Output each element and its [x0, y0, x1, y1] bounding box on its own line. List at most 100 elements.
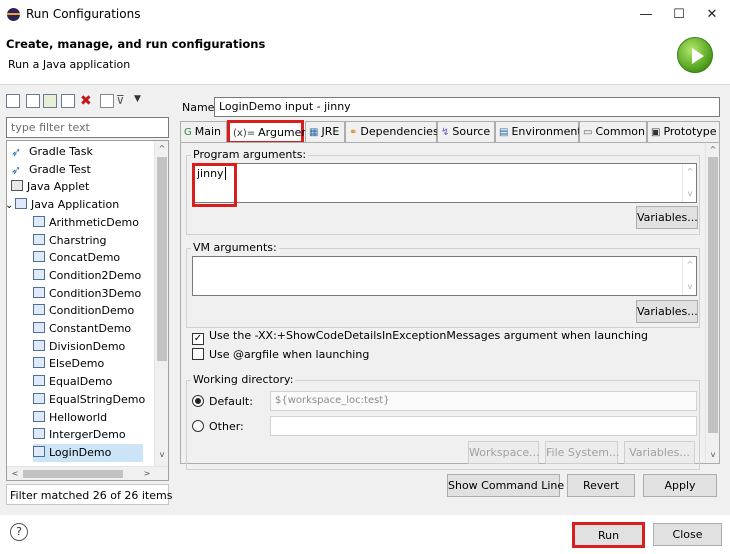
filter-input[interactable]: type filter text — [6, 117, 169, 138]
scroll-down-icon[interactable]: v — [707, 449, 719, 461]
tree-item-label: Condition2Demo — [49, 268, 142, 282]
tree-item[interactable]: ConstantDemo — [33, 320, 143, 338]
title-bar: Run Configurations — ☐ ✕ — [0, 0, 730, 30]
tree-item-label: EqualDemo — [49, 375, 113, 389]
view-menu-chevron-down-icon[interactable]: ▼ — [134, 94, 141, 104]
radio-unselected-icon[interactable] — [192, 420, 204, 432]
tree-item[interactable]: Java Applet — [11, 178, 151, 196]
checkbox-checked-icon[interactable]: ✓ — [192, 333, 204, 345]
scroll-down-icon[interactable]: v — [156, 449, 168, 461]
tree-item[interactable]: Condition2Demo — [33, 267, 143, 285]
program-args-scrollbar[interactable]: ^ v — [682, 164, 696, 202]
tree-item[interactable]: EqualStringDemo — [33, 391, 145, 409]
tab-environment[interactable]: ▤ Environment — [495, 121, 582, 143]
directory-variables-button: Variables... — [624, 441, 695, 464]
argfile-checkbox[interactable]: Use @argfile when launching — [192, 348, 369, 361]
tree-scroll-thumb[interactable] — [157, 157, 167, 361]
export-config-icon[interactable] — [43, 94, 57, 108]
tree-item-label: ConcatDemo — [49, 251, 121, 265]
vm-args-variables-button[interactable]: Variables... — [636, 300, 698, 323]
prototype-tab-icon: ▣ — [651, 127, 661, 138]
scroll-left-icon[interactable]: < — [9, 468, 21, 480]
tree-item[interactable]: ➶ Gradle Test — [11, 161, 151, 179]
tree-vertical-scrollbar[interactable]: ^ v — [154, 141, 168, 480]
apply-button[interactable]: Apply — [643, 474, 717, 497]
tree-item[interactable]: IntergerDemo — [33, 426, 143, 444]
program-args-variables-button[interactable]: Variables... — [636, 206, 698, 229]
vm-arguments-label: VM arguments: — [191, 241, 279, 254]
tree-item[interactable]: EqualDemo — [33, 373, 143, 391]
vm-args-scrollbar[interactable]: ^ v — [682, 257, 696, 295]
tab-source[interactable]: ↯ Source — [437, 121, 495, 143]
source-tab-icon: ↯ — [441, 127, 450, 138]
tree-item[interactable]: ArithmeticDemo — [33, 214, 143, 232]
tree-item[interactable]: Charstring — [33, 232, 143, 250]
tree-item[interactable]: DivisionDemo — [33, 338, 143, 356]
scroll-down-icon[interactable]: v — [684, 281, 696, 293]
chevron-down-icon[interactable]: ⌄ — [7, 197, 15, 215]
program-args-highlight — [192, 163, 237, 207]
tree-item-label: ArithmeticDemo — [49, 215, 139, 229]
working-directory-label: Working directory: — [191, 373, 296, 386]
duplicate-config-icon[interactable] — [61, 94, 75, 108]
tree-item-label: ConstantDemo — [49, 322, 132, 335]
tree-item-label: Gradle Task — [29, 145, 93, 158]
tree-item-label: ElseDemo — [49, 357, 105, 371]
tab-prototype[interactable]: ▣ Prototype — [647, 121, 720, 143]
vm-arguments-input[interactable]: ^ v — [192, 256, 697, 296]
tree-item[interactable]: ConcatDemo — [33, 249, 143, 267]
other-radio[interactable]: Other: — [192, 420, 244, 433]
tree-item[interactable]: ➶ Gradle Task — [11, 143, 151, 161]
new-prototype-icon[interactable] — [26, 94, 40, 108]
program-arguments-input[interactable]: jinny ^ v — [192, 163, 697, 203]
collapse-all-icon[interactable] — [100, 94, 114, 108]
scroll-up-icon[interactable]: ^ — [684, 259, 696, 271]
show-command-line-button[interactable]: Show Command Line — [447, 474, 564, 497]
name-input[interactable]: LoginDemo input - jinny — [214, 97, 720, 117]
show-code-details-checkbox[interactable]: ✓ Use the -XX:+ShowCodeDetailsInException… — [192, 329, 648, 345]
scroll-right-icon[interactable]: > — [141, 468, 153, 480]
scroll-up-icon[interactable]: ^ — [684, 166, 696, 178]
arguments-tab-icon: (x)= — [233, 128, 256, 139]
radio-selected-icon[interactable] — [192, 395, 204, 407]
checkbox-unchecked-icon[interactable] — [192, 348, 204, 360]
close-window-button[interactable]: ✕ — [698, 4, 726, 26]
tree-item[interactable]: Condition3Demo — [33, 285, 143, 303]
config-tree: ➶ Gradle Task ➶ Gradle Test Java Applet ⌄ Java… — [6, 140, 169, 481]
tab-common[interactable]: ▭ Common — [579, 121, 647, 143]
default-radio[interactable]: Default: — [192, 395, 253, 408]
tree-item[interactable]: Helloworld — [33, 409, 143, 427]
filter-icon[interactable]: ⊽ — [116, 93, 125, 107]
tab-main[interactable]: G Main — [180, 121, 227, 143]
tab-arguments[interactable]: (x)= Arguments — [227, 120, 318, 144]
java-config-icon — [33, 233, 45, 245]
scroll-up-icon[interactable]: ^ — [707, 144, 719, 156]
java-config-icon — [33, 251, 45, 263]
delete-config-icon[interactable]: ✖ — [80, 94, 92, 108]
tab-jre[interactable]: ▦ JRE — [305, 121, 345, 143]
revert-button[interactable]: Revert — [567, 474, 635, 497]
java-config-icon — [33, 286, 45, 298]
close-button[interactable]: Close — [653, 523, 722, 546]
tree-item[interactable]: ElseDemo — [33, 355, 143, 373]
panel-scroll-thumb[interactable] — [708, 157, 718, 433]
tree-item[interactable]: ⌄ Java Application — [7, 196, 151, 214]
scroll-down-icon[interactable]: v — [684, 188, 696, 200]
java-config-icon — [33, 268, 45, 280]
maximize-button[interactable]: ☐ — [665, 4, 693, 26]
tree-item-label: DivisionDemo — [49, 339, 126, 353]
gradle-icon: ➶ — [11, 162, 22, 177]
java-config-icon — [33, 428, 45, 440]
new-config-icon[interactable] — [6, 94, 20, 108]
tree-horizontal-scrollbar[interactable]: < > — [7, 466, 168, 480]
help-icon[interactable]: ? — [10, 523, 28, 541]
panel-vertical-scrollbar[interactable]: ^ v — [705, 143, 719, 463]
tab-dependencies[interactable]: ⚭ Dependencies — [345, 121, 439, 143]
tree-item[interactable]: ConditionDemo — [33, 302, 143, 320]
minimize-button[interactable]: — — [632, 4, 660, 26]
tree-item[interactable]: LoginDemo — [33, 443, 143, 462]
scroll-up-icon[interactable]: ^ — [156, 143, 168, 155]
tree-hscroll-thumb[interactable] — [23, 470, 123, 478]
jre-tab-icon: ▦ — [309, 127, 319, 138]
run-button[interactable]: Run — [572, 522, 645, 548]
